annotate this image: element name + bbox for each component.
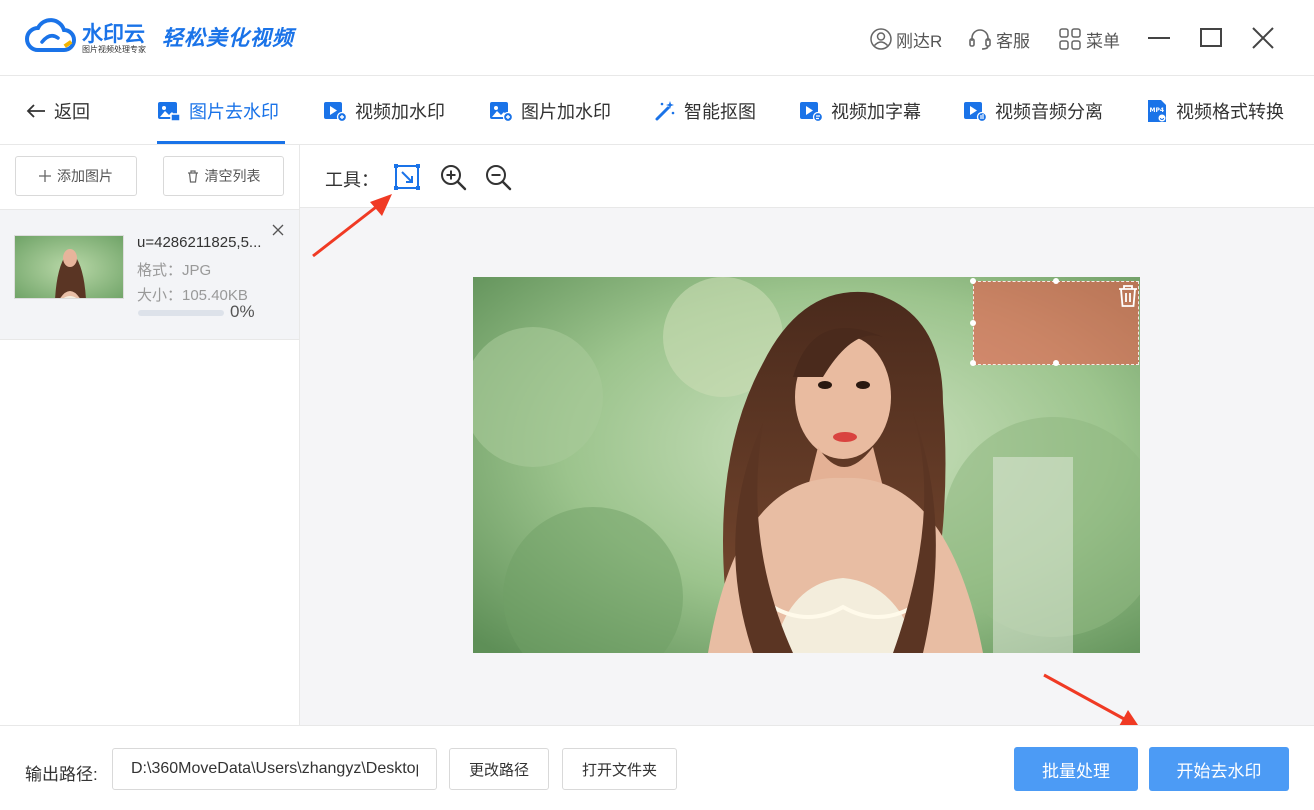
user-account-button[interactable]: 刚达R xyxy=(870,26,942,52)
resize-handle[interactable] xyxy=(970,320,976,326)
title-bar: 水印云 图片视频处理专家 轻松美化视频 刚达R 客服 菜单 xyxy=(0,0,1314,76)
active-tab-indicator xyxy=(157,141,285,144)
image-eraser-icon xyxy=(158,102,181,122)
slogan: 轻松美化视频 xyxy=(162,25,294,50)
app-window: 水印云 图片视频处理专家 轻松美化视频 刚达R 客服 菜单 返回 图片去水印 视… xyxy=(0,0,1314,810)
progress-percent: 0% xyxy=(230,302,255,321)
select-area-icon[interactable] xyxy=(393,163,421,191)
resize-handle[interactable] xyxy=(970,278,976,284)
tab-video-audio-split[interactable]: 视频音频分离 xyxy=(963,98,1103,124)
customer-service-button[interactable]: 客服 xyxy=(968,26,1030,52)
output-path-label: 输出路径: xyxy=(25,765,98,784)
clear-list-button[interactable]: 清空列表 xyxy=(163,156,284,196)
add-image-button[interactable]: 添加图片 xyxy=(15,156,137,196)
resize-handle[interactable] xyxy=(970,360,976,366)
tool-bar: 工具： xyxy=(300,145,1314,208)
file-name: u=4286211825,5... xyxy=(137,234,262,251)
tab-label: 智能抠图 xyxy=(684,102,756,122)
cloud-logo-icon xyxy=(25,18,76,52)
add-image-label: 添加图片 xyxy=(57,168,113,184)
tab-video-format-convert[interactable]: MP4 视频格式转换 xyxy=(1146,98,1284,124)
tab-video-add-watermark[interactable]: 视频加水印 xyxy=(323,98,445,124)
plus-icon xyxy=(39,170,51,182)
headset-icon xyxy=(969,29,991,50)
menu-label: 菜单 xyxy=(1086,31,1120,51)
clear-list-label: 清空列表 xyxy=(204,168,261,184)
arrow-left-icon xyxy=(26,104,45,118)
tab-image-add-watermark[interactable]: 图片加水印 xyxy=(489,98,611,124)
batch-process-button[interactable]: 批量处理 xyxy=(1014,747,1138,791)
video-add-icon xyxy=(324,102,347,122)
tab-label: 视频格式转换 xyxy=(1176,102,1284,122)
user-icon xyxy=(870,28,892,50)
maximize-icon[interactable] xyxy=(1197,24,1225,52)
mp4-file-icon: MP4 xyxy=(1148,100,1166,122)
open-folder-button[interactable]: 打开文件夹 xyxy=(562,748,677,790)
grid-menu-icon xyxy=(1059,28,1081,50)
delete-selection-icon[interactable] xyxy=(1116,284,1140,308)
svg-text:MP4: MP4 xyxy=(1150,107,1165,114)
magic-wand-icon xyxy=(655,101,675,121)
tab-smart-cutout[interactable]: 智能抠图 xyxy=(654,98,756,124)
brand-subtitle: 图片视频处理专家 xyxy=(82,45,146,54)
minimize-icon[interactable] xyxy=(1145,24,1173,52)
tab-label: 视频音频分离 xyxy=(995,102,1103,122)
remove-file-icon[interactable] xyxy=(271,223,285,237)
close-icon[interactable] xyxy=(1249,24,1277,52)
watermark-selection-box[interactable] xyxy=(970,278,1139,366)
tab-video-subtitles[interactable]: 视频加字幕 xyxy=(799,98,921,124)
tab-label: 图片去水印 xyxy=(189,102,279,122)
output-path-field[interactable] xyxy=(112,748,437,790)
file-thumbnail xyxy=(14,235,124,299)
back-label: 返回 xyxy=(54,102,90,122)
back-button[interactable]: 返回 xyxy=(26,98,90,124)
file-list-item[interactable]: u=4286211825,5... 格式：JPG 大小：105.40KB 0% xyxy=(0,209,299,340)
image-add-icon xyxy=(490,102,513,122)
video-subtitle-icon xyxy=(800,102,823,122)
trash-icon xyxy=(187,169,198,183)
zoom-out-icon[interactable] xyxy=(484,163,512,191)
feature-nav: 返回 图片去水印 视频加水印 图片加水印 智能抠图 视频加字幕 视频音频分离 M… xyxy=(0,76,1314,145)
resize-handle[interactable] xyxy=(1053,360,1059,366)
change-path-button[interactable]: 更改路径 xyxy=(449,748,549,790)
tab-image-remove-watermark[interactable]: 图片去水印 xyxy=(157,98,279,124)
file-list-panel: 添加图片 清空列表 u=4286211825,5... 格式：JPG 大小：10… xyxy=(0,145,300,725)
tab-label: 视频加水印 xyxy=(355,102,445,122)
zoom-in-icon[interactable] xyxy=(439,163,467,191)
file-format: 格式：JPG xyxy=(137,262,212,279)
user-name: 刚达R xyxy=(896,31,943,51)
file-progress-bar xyxy=(138,310,224,316)
tab-label: 图片加水印 xyxy=(521,102,611,122)
bottom-bar: 输出路径: 更改路径 打开文件夹 批量处理 开始去水印 xyxy=(0,725,1314,810)
video-audio-icon xyxy=(964,102,987,122)
resize-handle[interactable] xyxy=(1053,278,1059,284)
menu-button[interactable]: 菜单 xyxy=(1058,26,1120,52)
tools-label: 工具： xyxy=(325,170,379,190)
tab-label: 视频加字幕 xyxy=(831,102,921,122)
start-remove-watermark-button[interactable]: 开始去水印 xyxy=(1149,747,1289,791)
service-label: 客服 xyxy=(996,31,1030,51)
